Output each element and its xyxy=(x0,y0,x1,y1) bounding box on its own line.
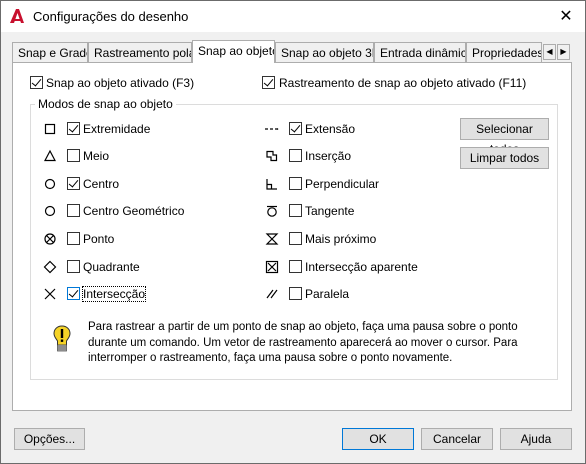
tab-properties[interactable]: Propriedades r xyxy=(466,42,542,62)
insertion-label: Inserção xyxy=(305,149,352,163)
extension-icon xyxy=(265,128,279,130)
intersection-checkbox[interactable] xyxy=(67,287,80,300)
tracking-on-checkbox[interactable] xyxy=(262,76,275,89)
arrow-left-icon: ◀ xyxy=(546,47,553,56)
perpendicular-icon xyxy=(266,179,277,190)
geometric-center-checkbox[interactable] xyxy=(67,204,80,217)
endpoint-checkbox[interactable] xyxy=(67,122,80,135)
midpoint-checkbox[interactable] xyxy=(67,149,80,162)
tab-3d-object-snap[interactable]: Snap ao objeto 3D xyxy=(275,42,374,62)
parallel-icon xyxy=(266,289,278,299)
center-checkbox[interactable] xyxy=(67,177,80,190)
tab-polar-tracking[interactable]: Rastreamento polar xyxy=(88,42,192,62)
apparent-intersection-checkbox[interactable] xyxy=(289,260,302,273)
apparent-intersection-icon xyxy=(265,260,279,274)
clear-all-button[interactable]: Limpar todos xyxy=(460,147,549,169)
info-text: Para rastrear a partir de um ponto de sn… xyxy=(88,321,518,364)
perpendicular-label: Perpendicular xyxy=(305,177,380,191)
tab-strip: Snap e Grade Rastreamento polar Snap ao … xyxy=(12,40,572,63)
tangent-label: Tangente xyxy=(305,204,355,218)
window-title: Configurações do desenho xyxy=(33,9,189,24)
tracking-on-label: Rastreamento de snap ao objeto ativado (… xyxy=(279,76,527,90)
tab-label: Snap e Grade xyxy=(18,46,88,60)
help-button[interactable]: Ajuda xyxy=(500,428,572,450)
cancel-button[interactable]: Cancelar xyxy=(421,428,493,450)
extension-label: Extensão xyxy=(305,122,356,136)
parallel-checkbox[interactable] xyxy=(289,287,302,300)
nearest-checkbox[interactable] xyxy=(289,232,302,245)
node-label: Ponto xyxy=(83,232,115,246)
tangent-checkbox[interactable] xyxy=(289,204,302,217)
snap-on-label: Snap ao objeto ativado (F3) xyxy=(46,76,195,90)
extension-checkbox[interactable] xyxy=(289,122,302,135)
nearest-icon xyxy=(265,233,279,245)
snap-on-checkbox[interactable] xyxy=(30,76,43,89)
quadrant-label: Quadrante xyxy=(83,260,140,274)
close-button[interactable]: ✕ xyxy=(548,2,584,31)
node-checkbox[interactable] xyxy=(67,232,80,245)
close-icon: ✕ xyxy=(559,8,573,25)
geometric-center-icon xyxy=(44,205,56,217)
quadrant-checkbox[interactable] xyxy=(67,260,80,273)
intersection-icon xyxy=(44,288,56,300)
center-label: Centro xyxy=(83,177,120,191)
tab-label: Snap ao objeto xyxy=(198,44,275,58)
lightbulb-icon xyxy=(53,325,71,352)
tab-label: Snap ao objeto 3D xyxy=(281,46,374,60)
tab-snap-grid[interactable]: Snap e Grade xyxy=(12,42,88,62)
tab-label: Rastreamento polar xyxy=(94,46,192,60)
tab-label: Propriedades r xyxy=(472,46,542,60)
tab-scroll-left-button[interactable]: ◀ xyxy=(543,44,556,60)
midpoint-icon xyxy=(44,149,56,162)
apparent-intersection-label: Intersecção aparente xyxy=(305,260,418,274)
arrow-right-icon: ▶ xyxy=(560,47,567,56)
node-icon xyxy=(44,233,56,245)
select-all-button[interactable]: Selecionar todos xyxy=(460,118,549,156)
group-title: Modos de snap ao objeto xyxy=(35,97,176,111)
tab-dynamic-input[interactable]: Entrada dinâmica xyxy=(374,42,466,62)
autocad-logo-icon xyxy=(10,9,24,23)
insertion-icon xyxy=(266,150,278,162)
title-bar: Configurações do desenho ✕ xyxy=(1,1,585,32)
endpoint-label: Extremidade xyxy=(83,122,151,136)
perpendicular-checkbox[interactable] xyxy=(289,177,302,190)
options-button[interactable]: Opções... xyxy=(14,428,85,450)
center-icon xyxy=(44,178,56,190)
tab-scroll-right-button[interactable]: ▶ xyxy=(557,44,570,60)
endpoint-icon xyxy=(44,123,56,135)
ok-button[interactable]: OK xyxy=(342,428,414,450)
tab-label: Entrada dinâmica xyxy=(380,46,466,60)
intersection-label: Intersecção xyxy=(81,286,147,302)
geometric-center-label: Centro Geométrico xyxy=(83,204,185,218)
quadrant-icon xyxy=(43,260,57,274)
midpoint-label: Meio xyxy=(83,149,110,163)
nearest-label: Mais próximo xyxy=(305,232,377,246)
parallel-label: Paralela xyxy=(305,287,350,301)
insertion-checkbox[interactable] xyxy=(289,149,302,162)
tangent-icon xyxy=(267,205,277,217)
tab-object-snap[interactable]: Snap ao objeto xyxy=(192,40,275,63)
